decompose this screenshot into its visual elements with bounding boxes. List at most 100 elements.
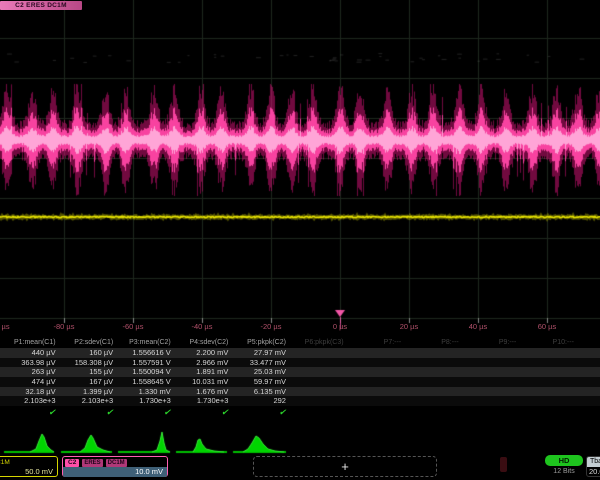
measure-value [346, 387, 404, 397]
measure-value: 6.135 mV [230, 387, 288, 397]
c1-coupling: DC1M [0, 459, 10, 466]
measure-value [403, 358, 461, 368]
measure-value: 363.98 µV [0, 358, 58, 368]
measure-value [403, 396, 461, 406]
axis-tick-label: 20 µs [400, 322, 419, 331]
measure-value: 10.031 mV [173, 377, 231, 387]
measure-value [518, 377, 576, 387]
measure-value: 1.556616 V [115, 348, 173, 358]
measure-value [403, 377, 461, 387]
measure-value: 2.103e+3 [58, 396, 116, 406]
axis-tick-label: -60 µs [123, 322, 144, 331]
c2-coupling: DC1M [106, 459, 127, 467]
measure-value [288, 348, 346, 358]
measure-value: 292 [230, 396, 288, 406]
measure-value [518, 358, 576, 368]
hd-mode-badge[interactable]: HD [545, 455, 583, 466]
measure-column-header[interactable]: P1:mean(C1) [0, 338, 58, 348]
measure-value: 440 µV [0, 348, 58, 358]
measure-value: 2.103e+3 [0, 396, 58, 406]
timebase-title: Tbase [587, 457, 600, 467]
axis-tick-label: -20 µs [261, 322, 282, 331]
measure-column-header[interactable]: P6:pkpk(C3) [288, 338, 346, 348]
add-trace-button[interactable]: + [253, 456, 437, 477]
oscilloscope-screen: C2 ERES DC1M -100 µs-80 µs-60 µs-40 µs-2… [0, 0, 600, 480]
measure-value [288, 396, 346, 406]
measure-value [518, 396, 576, 406]
c1-vertical-scale: 50.0 mV [0, 467, 57, 477]
measure-value [518, 367, 576, 377]
measure-status-check-icon: ✔ [115, 406, 173, 418]
axis-tick-label: -100 µs [0, 322, 10, 331]
measure-column-header[interactable]: P9:--- [461, 338, 519, 348]
measure-status-check-icon: ✔ [173, 406, 231, 418]
measure-value: 27.97 mV [230, 348, 288, 358]
measure-value: 474 µV [0, 377, 58, 387]
measure-value [576, 396, 600, 406]
measure-value: 1.558645 V [115, 377, 173, 387]
measure-column-header[interactable]: P5:pkpk(C2) [230, 338, 288, 348]
measure-value [346, 367, 404, 377]
hd-bits-label: 12 Bits [545, 468, 583, 475]
channel-c1-descriptor[interactable]: C1 DC1M 50.0 mV [0, 456, 58, 477]
measure-value [518, 348, 576, 358]
measure-value [288, 387, 346, 397]
measure-value: 25.03 mV [230, 367, 288, 377]
axis-tick-label: -80 µs [54, 322, 75, 331]
measure-status-check-icon: ✔ [58, 406, 116, 418]
measure-value [461, 367, 519, 377]
measure-value [461, 348, 519, 358]
measure-value [576, 367, 600, 377]
measure-value: 1.891 mV [173, 367, 231, 377]
measure-value [576, 358, 600, 368]
measure-value [403, 348, 461, 358]
measure-value [346, 348, 404, 358]
measure-column-header[interactable]: P11:--- [576, 338, 600, 348]
measure-value [518, 387, 576, 397]
plus-icon: + [341, 460, 349, 473]
measure-value: 160 µV [58, 348, 116, 358]
measure-value: 1.330 mV [115, 387, 173, 397]
measure-column-header[interactable]: P8:--- [403, 338, 461, 348]
measure-value [576, 348, 600, 358]
measure-value [576, 377, 600, 387]
measure-value: 1.730e+3 [115, 396, 173, 406]
measure-value: 59.97 mV [230, 377, 288, 387]
measure-column-header[interactable]: P7:--- [346, 338, 404, 348]
axis-tick-label: 40 µs [469, 322, 488, 331]
measure-value: 1.557591 V [115, 358, 173, 368]
measure-value: 33.477 mV [230, 358, 288, 368]
measure-value: 2.200 mV [173, 348, 231, 358]
trigger-position-marker[interactable] [336, 308, 345, 330]
timebase-descriptor[interactable]: Tbase 20.0 µs/div [586, 456, 600, 477]
measure-value: 32.18 µV [0, 387, 58, 397]
grid-annotation-badge: C2 ERES DC1M [0, 1, 82, 10]
measure-value [461, 358, 519, 368]
measure-value [461, 396, 519, 406]
measure-value [461, 387, 519, 397]
measure-value: 1.676 mV [173, 387, 231, 397]
measure-column-header[interactable]: P10:--- [518, 338, 576, 348]
c2-vertical-scale: 10.0 mV [63, 467, 167, 477]
measure-value [288, 377, 346, 387]
measure-value: 167 µV [58, 377, 116, 387]
measure-value [576, 387, 600, 397]
axis-tick-label: 60 µs [538, 322, 557, 331]
measure-column-header[interactable]: P4:sdev(C2) [173, 338, 231, 348]
measure-value [346, 358, 404, 368]
measure-value [403, 387, 461, 397]
measure-value [288, 358, 346, 368]
status-led [500, 457, 507, 472]
measure-status-check-icon: ✔ [0, 406, 58, 418]
measure-value [346, 377, 404, 387]
measure-value: 1.550094 V [115, 367, 173, 377]
measure-value [403, 367, 461, 377]
measure-value [461, 377, 519, 387]
measure-value: 1.399 µV [58, 387, 116, 397]
c2-eres-badge: ERES [82, 459, 102, 467]
measure-value [288, 367, 346, 377]
measure-value [346, 396, 404, 406]
measure-column-header[interactable]: P3:mean(C2) [115, 338, 173, 348]
channel-c2-descriptor[interactable]: C2 ERES DC1M 10.0 mV [62, 456, 168, 477]
measure-column-header[interactable]: P2:sdev(C1) [58, 338, 116, 348]
